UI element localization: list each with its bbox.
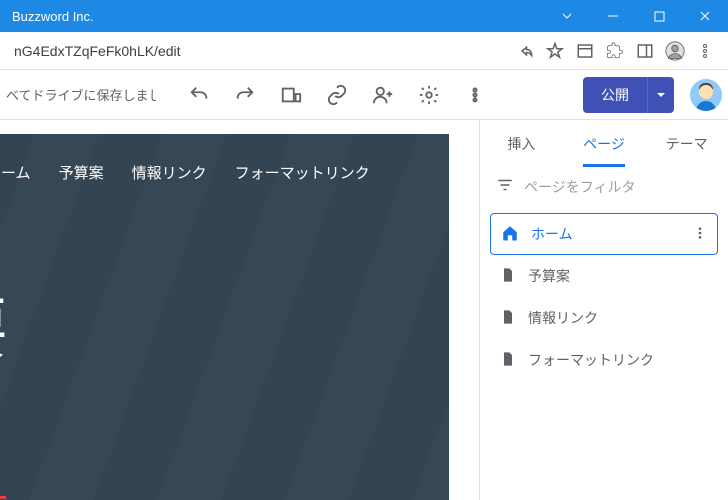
address-bar: nG4EdxTZqFeFk0hLK/edit	[0, 32, 728, 70]
panel-tabs: 挿入 ページ テーマ	[480, 120, 728, 168]
undo-button[interactable]	[176, 75, 222, 115]
add-person-button[interactable]	[360, 75, 406, 115]
redo-button[interactable]	[222, 75, 268, 115]
menu-icon[interactable]	[690, 36, 720, 66]
extensions-icon[interactable]	[600, 36, 630, 66]
star-icon[interactable]	[540, 36, 570, 66]
page-item-label: フォーマットリンク	[528, 350, 654, 370]
save-status: べてドライブに保存しました	[6, 85, 156, 104]
filter-placeholder: ページをフィルタ	[524, 177, 635, 197]
site-canvas[interactable]: ホーム 予算案 情報リンク フォーマットリンク 要	[0, 120, 480, 500]
page-item-home[interactable]: ホーム	[490, 213, 718, 255]
tab-pages[interactable]: ページ	[563, 120, 646, 168]
page-item[interactable]: 情報リンク	[490, 297, 718, 339]
page-item[interactable]: フォーマットリンク	[490, 339, 718, 381]
chevron-down-icon[interactable]	[544, 0, 590, 32]
filter-row[interactable]: ページをフィルタ	[480, 168, 728, 213]
site-nav-item[interactable]: ホーム	[0, 162, 31, 183]
minimize-button[interactable]	[590, 0, 636, 32]
side-panel: 挿入 ページ テーマ ページをフィルタ ホーム 予算案 情報リンク	[480, 120, 728, 500]
share-icon[interactable]	[510, 36, 540, 66]
close-button[interactable]	[682, 0, 728, 32]
tab-theme[interactable]: テーマ	[645, 120, 728, 168]
page-item-label: 情報リンク	[528, 308, 598, 328]
more-button[interactable]	[452, 75, 498, 115]
page-item-label: ホーム	[531, 224, 573, 244]
tab-insert[interactable]: 挿入	[480, 120, 563, 168]
sidepanel-icon[interactable]	[630, 36, 660, 66]
site-nav-item[interactable]: 情報リンク	[132, 162, 207, 183]
link-button[interactable]	[314, 75, 360, 115]
filter-icon	[496, 176, 514, 197]
file-icon	[500, 266, 516, 287]
panel-icon[interactable]	[570, 36, 600, 66]
hero-text[interactable]: 要	[0, 274, 10, 373]
settings-button[interactable]	[406, 75, 452, 115]
publish-button[interactable]: 公開	[583, 77, 647, 113]
file-icon	[500, 308, 516, 329]
page-list: ホーム 予算案 情報リンク フォーマットリンク	[480, 213, 728, 381]
window-titlebar: Buzzword Inc.	[0, 0, 728, 32]
maximize-button[interactable]	[636, 0, 682, 32]
site-nav-item[interactable]: フォーマットリンク	[235, 162, 370, 183]
window-title: Buzzword Inc.	[0, 9, 544, 24]
home-icon	[501, 224, 519, 245]
page-item[interactable]: 予算案	[490, 255, 718, 297]
file-icon	[500, 350, 516, 371]
page-item-label: 予算案	[528, 266, 570, 286]
site-nav-item[interactable]: 予算案	[59, 162, 104, 183]
app-toolbar: べてドライブに保存しました 公開	[0, 70, 728, 120]
user-avatar[interactable]	[690, 79, 722, 111]
url-text[interactable]: nG4EdxTZqFeFk0hLK/edit	[8, 43, 510, 59]
preview-button[interactable]	[268, 75, 314, 115]
page-item-more[interactable]	[693, 226, 707, 243]
site-nav: ホーム 予算案 情報リンク フォーマットリンク	[0, 162, 449, 183]
publish-dropdown[interactable]	[647, 77, 674, 113]
indicator	[0, 496, 6, 499]
profile-icon[interactable]	[660, 36, 690, 66]
